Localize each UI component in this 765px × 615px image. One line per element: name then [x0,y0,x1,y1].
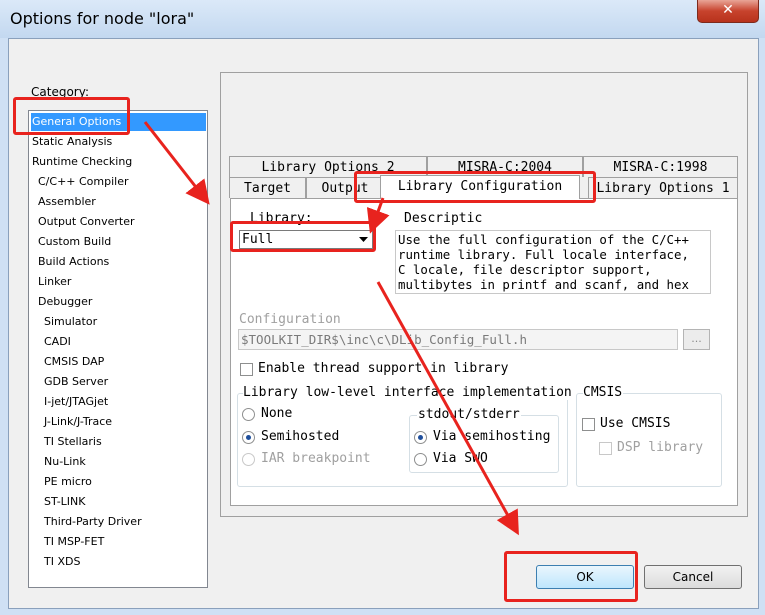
radio-semihosted-label: Semihosted [261,429,340,444]
radio-semihosted[interactable] [242,431,255,444]
configuration-label: Configuration [239,312,341,327]
tab-target[interactable]: Target [229,177,306,198]
radio-iar-breakpoint-label: IAR breakpoint [261,451,371,466]
category-item[interactable]: GDB Server [44,373,108,391]
thread-support-checkbox[interactable] [240,363,253,376]
description-line: C locale, file descriptor support, [398,262,652,277]
tab-library-options-2[interactable]: Library Options 2 [229,156,427,177]
category-item[interactable]: Static Analysis [32,133,112,151]
ok-button[interactable]: OK [536,565,634,589]
tab-misra-c-2004[interactable]: MISRA-C:2004 [427,156,583,177]
category-item[interactable]: Third-Party Driver [44,513,142,531]
category-item[interactable]: Debugger [38,293,92,311]
use-cmsis-label: Use CMSIS [600,416,671,431]
thread-support-label: Enable thread support in library [258,361,509,376]
category-item[interactable]: Build Actions [38,253,109,271]
close-button[interactable]: ✕ [697,0,759,23]
category-item[interactable]: Output Converter [38,213,135,231]
category-list[interactable]: General Options Static Analysis Runtime Ch… [28,110,208,588]
category-item[interactable]: Runtime Checking [32,153,132,171]
dsp-library-checkbox [599,442,612,455]
library-dropdown[interactable]: Full [239,230,373,249]
radio-via-swo-label: Via SWO [433,451,488,466]
category-item[interactable]: TI MSP-FET [44,533,104,551]
configuration-path-field: $TOOLKIT_DIR$\inc\c\DLib_Config_Full.h [238,329,678,350]
category-item[interactable]: C/C++ Compiler [38,173,129,191]
category-item[interactable]: Linker [38,273,71,291]
window-title: Options for node "lora" [10,9,195,28]
configuration-path: $TOOLKIT_DIR$\inc\c\DLib_Config_Full.h [241,332,527,347]
radio-iar-breakpoint [242,453,255,466]
category-label: Category: [31,85,89,99]
library-label: Library: [250,211,313,226]
description-label: Descriptic [404,211,483,226]
tab-output[interactable]: Output [306,177,384,198]
radio-via-swo[interactable] [414,453,427,466]
low-level-interface-label: Library low-level interface implementati… [243,385,573,400]
radio-via-semihosting-label: Via semihosting [433,429,551,444]
browse-button: ... [683,329,710,350]
category-item[interactable]: ST-LINK [44,493,85,511]
category-item[interactable]: Simulator [44,313,97,331]
category-item[interactable]: CMSIS DAP [44,353,104,371]
cancel-button[interactable]: Cancel [644,565,742,589]
radio-none-label: None [261,406,293,421]
category-item[interactable]: Custom Build [38,233,111,251]
category-item[interactable]: PE micro [44,473,92,491]
description-line: runtime library. Full locale interface, [398,247,689,262]
tab-misra-c-1998[interactable]: MISRA-C:1998 [583,156,738,177]
radio-via-semihosting[interactable] [414,431,427,444]
description-box: Use the full configuration of the C/C++ r… [395,230,711,294]
category-item[interactable]: CADI [44,333,71,351]
library-value: Full [242,232,274,247]
chevron-down-icon [359,237,368,242]
radio-none[interactable] [242,408,255,421]
category-item[interactable]: Assembler [38,193,96,211]
category-item[interactable]: Nu-Link [44,453,86,471]
category-item[interactable]: TI XDS [44,553,80,571]
stdout-stderr-label: stdout/stderr [417,407,521,422]
cmsis-label: CMSIS [583,385,624,400]
close-icon: ✕ [722,2,734,18]
dsp-library-label: DSP library [617,440,704,455]
category-item[interactable]: J-Link/J-Trace [44,413,112,431]
description-line: multibytes in printf and scanf, and hex [398,277,689,292]
use-cmsis-checkbox[interactable] [582,418,595,431]
tab-library-options-1[interactable]: Library Options 1 [588,177,738,198]
category-item[interactable]: General Options [31,113,206,131]
description-line: Use the full configuration of the C/C++ [398,232,689,247]
tab-library-configuration[interactable]: Library Configuration [380,175,580,199]
category-item[interactable]: I-jet/JTAGjet [44,393,108,411]
title-bar: Options for node "lora" ✕ [0,0,765,38]
category-item[interactable]: TI Stellaris [44,433,102,451]
